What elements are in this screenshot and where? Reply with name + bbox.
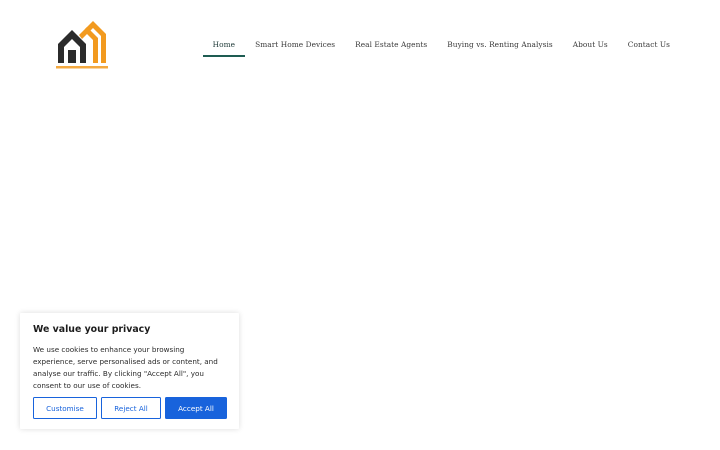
customise-button[interactable]: Customise [33, 397, 97, 419]
nav-item-buying-vs-renting[interactable]: Buying vs. Renting Analysis [437, 31, 562, 57]
nav-item-contact-us[interactable]: Contact Us [618, 31, 680, 57]
reject-all-button[interactable]: Reject All [101, 397, 161, 419]
nav-item-about-us[interactable]: About Us [563, 31, 618, 57]
cookie-consent-banner: We value your privacy We use cookies to … [20, 313, 239, 429]
nav-item-real-estate-agents[interactable]: Real Estate Agents [345, 31, 437, 57]
nav-item-smart-home-devices[interactable]: Smart Home Devices [245, 31, 345, 57]
cookie-title: We value your privacy [33, 324, 151, 335]
accept-all-button[interactable]: Accept All [165, 397, 227, 419]
page: Home Smart Home Devices Real Estate Agen… [0, 0, 720, 450]
main-nav: Home Smart Home Devices Real Estate Agen… [202, 31, 680, 57]
nav-item-home[interactable]: Home [202, 31, 246, 57]
house-logo-icon [56, 21, 108, 69]
cookie-description: We use cookies to enhance your browsing … [33, 345, 218, 390]
site-logo[interactable] [55, 17, 109, 71]
site-header: Home Smart Home Devices Real Estate Agen… [0, 0, 720, 90]
cookie-button-group: Customise Reject All Accept All [33, 397, 227, 419]
